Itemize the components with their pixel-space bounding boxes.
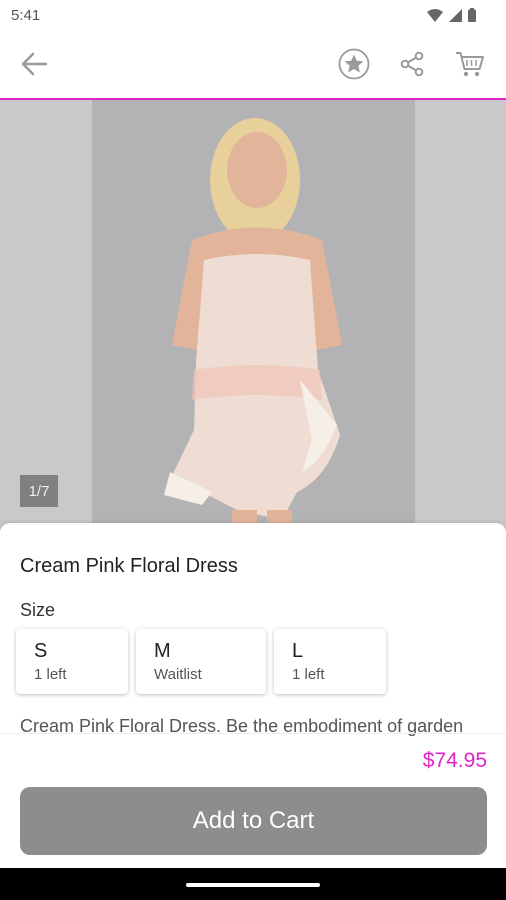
cart-icon xyxy=(455,50,485,83)
add-to-cart-button[interactable]: Add to Cart xyxy=(20,787,487,855)
battery-icon xyxy=(468,8,476,27)
home-gesture-handle[interactable] xyxy=(186,883,320,887)
size-letter: M xyxy=(154,640,171,662)
status-time: 5:41 xyxy=(11,7,41,24)
product-image-carousel[interactable] xyxy=(0,100,506,530)
product-price: $74.95 xyxy=(422,749,487,772)
star-icon xyxy=(338,48,370,85)
cart-button[interactable] xyxy=(450,46,490,86)
status-icons xyxy=(427,8,476,27)
share-icon xyxy=(398,50,426,83)
size-option-s[interactable]: S 1 left xyxy=(16,629,128,694)
size-option-m[interactable]: M Waitlist xyxy=(136,629,266,694)
product-photo xyxy=(92,100,415,530)
size-availability: 1 left xyxy=(34,666,67,683)
status-bar: 5:41 xyxy=(0,0,506,32)
favorite-button[interactable] xyxy=(334,46,374,86)
divider xyxy=(0,733,506,734)
size-option-l[interactable]: L 1 left xyxy=(274,629,386,694)
navigation-bar xyxy=(0,868,506,900)
product-title: Cream Pink Floral Dress xyxy=(20,555,238,577)
share-button[interactable] xyxy=(392,46,432,86)
image-counter: 1/7 xyxy=(20,475,58,507)
back-button[interactable] xyxy=(14,46,54,86)
product-details-sheet: Cream Pink Floral Dress Size S 1 left M … xyxy=(0,523,506,868)
size-letter: S xyxy=(34,640,48,662)
arrow-left-icon xyxy=(20,51,48,82)
size-options: S 1 left M Waitlist L 1 left xyxy=(16,629,386,694)
size-letter: L xyxy=(292,640,304,662)
signal-icon xyxy=(449,8,462,27)
size-label: Size xyxy=(20,600,56,620)
size-availability: Waitlist xyxy=(154,666,202,683)
wifi-icon xyxy=(427,8,443,27)
app-bar xyxy=(0,32,506,100)
size-availability: 1 left xyxy=(292,666,325,683)
